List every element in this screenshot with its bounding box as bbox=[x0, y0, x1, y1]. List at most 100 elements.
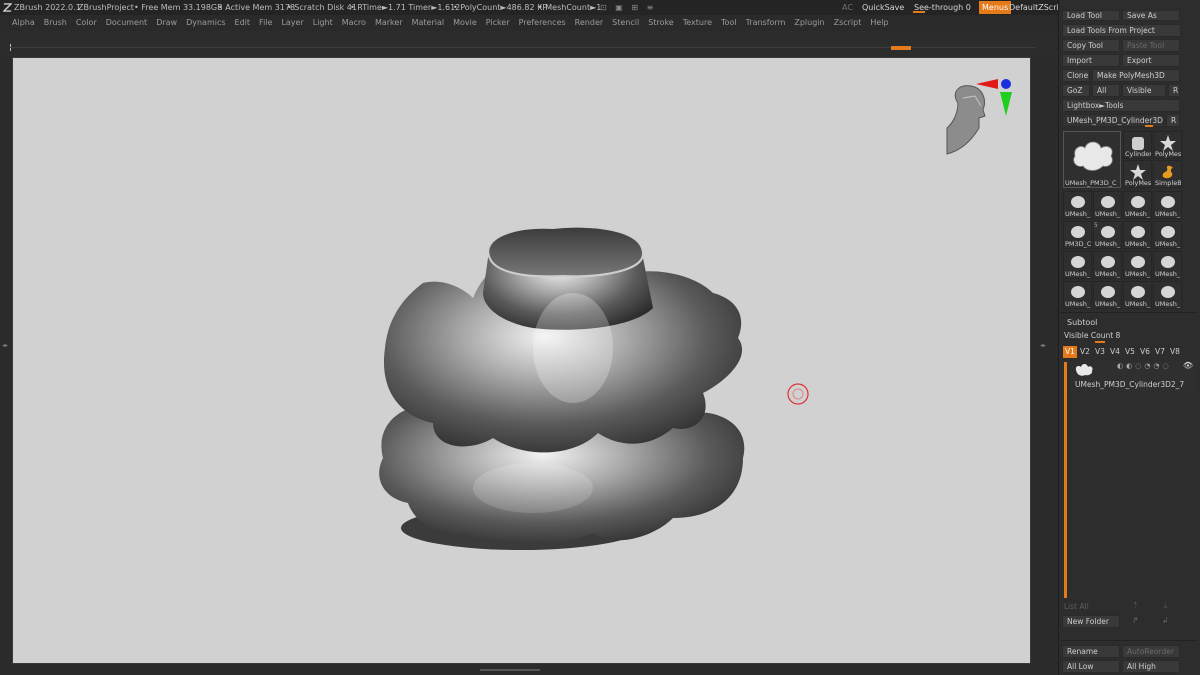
visibility-tab-v4[interactable]: V4 bbox=[1108, 346, 1122, 358]
navigation-head-icon[interactable] bbox=[946, 85, 986, 155]
r-button[interactable]: R bbox=[1168, 84, 1180, 97]
see-through-value: 0 bbox=[965, 3, 971, 12]
visibility-tab-v5[interactable]: V5 bbox=[1123, 346, 1137, 358]
move-up-icon[interactable]: ⇡ bbox=[1132, 601, 1139, 610]
load-tool-button[interactable]: Load Tool bbox=[1062, 10, 1120, 21]
menu-zscript[interactable]: Zscript bbox=[834, 15, 862, 31]
move-left-icon[interactable]: ↲ bbox=[1162, 616, 1169, 625]
window-controls-left[interactable]: ⊡ ▣ ⊞ ≡ bbox=[600, 0, 656, 15]
menu-stroke[interactable]: Stroke bbox=[648, 15, 674, 31]
tool-thumbnail[interactable]: UMesh_ bbox=[1093, 251, 1122, 279]
tool-thumbnail[interactable]: UMesh_ bbox=[1153, 281, 1182, 309]
menu-help[interactable]: Help bbox=[870, 15, 888, 31]
tool-thumbnail[interactable]: UMesh_ bbox=[1063, 191, 1092, 219]
tool-thumbnail[interactable]: UMesh_ bbox=[1153, 251, 1182, 279]
menu-texture[interactable]: Texture bbox=[683, 15, 712, 31]
menu-render[interactable]: Render bbox=[575, 15, 603, 31]
polymesh2-tool-thumbnail[interactable]: PolyMes bbox=[1123, 160, 1152, 188]
menu-alpha[interactable]: Alpha bbox=[12, 15, 35, 31]
menus-toggle[interactable]: Menus bbox=[979, 1, 1012, 14]
all-button[interactable]: All bbox=[1092, 84, 1120, 97]
autoreorder-button[interactable]: AutoReorder bbox=[1122, 645, 1180, 658]
move-right-icon[interactable]: ↱ bbox=[1132, 616, 1139, 625]
visibility-tab-v2[interactable]: V2 bbox=[1078, 346, 1092, 358]
tool-thumbnail[interactable]: UMesh_ bbox=[1153, 191, 1182, 219]
lightbox-tools-button[interactable]: Lightbox►Tools bbox=[1062, 99, 1180, 112]
subtool-item-controls[interactable]: ◐◐◌◔◔◌ bbox=[1117, 362, 1172, 370]
menu-zplugin[interactable]: Zplugin bbox=[794, 15, 824, 31]
save-as-button[interactable]: Save As bbox=[1122, 10, 1180, 21]
shelf-position-marker[interactable] bbox=[891, 46, 911, 50]
visible-button[interactable]: Visible bbox=[1122, 84, 1166, 97]
menu-material[interactable]: Material bbox=[412, 15, 445, 31]
mesh-viewport[interactable] bbox=[13, 58, 1031, 664]
all-high-button[interactable]: All High bbox=[1122, 660, 1180, 673]
title-bar: ZBrush 2022.0.1 ZBrushProject • Free Mem… bbox=[0, 0, 1200, 15]
clone-button[interactable]: Clone bbox=[1062, 69, 1090, 82]
import-button[interactable]: Import bbox=[1062, 54, 1120, 67]
menu-marker[interactable]: Marker bbox=[375, 15, 403, 31]
visibility-tab-v6[interactable]: V6 bbox=[1138, 346, 1152, 358]
paste-tool-button[interactable]: Paste Tool bbox=[1122, 39, 1180, 52]
menu-dynamics[interactable]: Dynamics bbox=[186, 15, 225, 31]
current-tool-r-button[interactable]: R bbox=[1166, 114, 1180, 127]
rename-button[interactable]: Rename bbox=[1062, 645, 1120, 658]
menu-transform[interactable]: Transform bbox=[746, 15, 786, 31]
tool-thumbnail[interactable]: UMesh_ bbox=[1123, 251, 1152, 279]
bottom-shelf-grip[interactable] bbox=[480, 669, 540, 671]
move-down-icon[interactable]: ⇣ bbox=[1162, 601, 1169, 610]
subtool-item[interactable]: ◐◐◌◔◔◌ 👁 UMesh_PM3D_Cylinder3D2_7 bbox=[1071, 361, 1195, 391]
goz-button[interactable]: GoZ bbox=[1062, 84, 1090, 97]
menu-document[interactable]: Document bbox=[106, 15, 147, 31]
menu-draw[interactable]: Draw bbox=[156, 15, 177, 31]
menu-macro[interactable]: Macro bbox=[342, 15, 366, 31]
polymesh-tool-thumbnail[interactable]: PolyMes bbox=[1153, 131, 1182, 159]
tool-thumbnail[interactable]: UMesh_ bbox=[1093, 281, 1122, 309]
menu-movie[interactable]: Movie bbox=[453, 15, 477, 31]
load-tools-from-project-button[interactable]: Load Tools From Project bbox=[1062, 24, 1181, 37]
eye-icon[interactable]: 👁 bbox=[1183, 361, 1193, 370]
menu-layer[interactable]: Layer bbox=[281, 15, 303, 31]
tool-thumbnail[interactable]: UMesh_ bbox=[1153, 221, 1182, 249]
active-tool-thumbnail[interactable]: UMesh_PM3D_C bbox=[1063, 131, 1121, 188]
left-tray-strip[interactable]: ◂▸ bbox=[0, 57, 12, 664]
menu-stencil[interactable]: Stencil bbox=[612, 15, 639, 31]
menu-picker[interactable]: Picker bbox=[486, 15, 510, 31]
simplebrush-tool-thumbnail[interactable]: SimpleB bbox=[1153, 160, 1182, 188]
tray-expand-icon[interactable]: ◂▸ bbox=[2, 342, 8, 349]
visible-count-slider[interactable]: Visible Count 8 bbox=[1064, 331, 1120, 340]
tool-thumbnail[interactable]: UMesh_ bbox=[1063, 251, 1092, 279]
subtool-list-scrollbar[interactable] bbox=[1064, 362, 1067, 598]
visibility-tab-v1[interactable]: V1 bbox=[1063, 346, 1077, 358]
menu-preferences[interactable]: Preferences bbox=[519, 15, 566, 31]
all-low-button[interactable]: All Low bbox=[1062, 660, 1120, 673]
export-button[interactable]: Export bbox=[1122, 54, 1180, 67]
menu-edit[interactable]: Edit bbox=[235, 15, 251, 31]
subtool-header[interactable]: Subtool bbox=[1067, 318, 1097, 327]
tool-thumbnail[interactable]: UMesh_ bbox=[1093, 191, 1122, 219]
ac-button[interactable]: AC bbox=[842, 0, 853, 15]
cylinder-tool-thumbnail[interactable]: Cylinder bbox=[1123, 131, 1152, 159]
tool-thumbnail[interactable]: UMesh_ bbox=[1123, 191, 1152, 219]
visibility-tab-v7[interactable]: V7 bbox=[1153, 346, 1167, 358]
right-tray-divider[interactable]: ◂▸ bbox=[1031, 57, 1058, 664]
new-folder-button[interactable]: New Folder bbox=[1062, 615, 1120, 628]
menu-tool[interactable]: Tool bbox=[721, 15, 737, 31]
menu-brush[interactable]: Brush bbox=[44, 15, 67, 31]
tool-thumbnail-label: UMesh_ bbox=[1125, 210, 1151, 218]
tool-thumbnail[interactable]: UMesh_ bbox=[1063, 281, 1092, 309]
menu-file[interactable]: File bbox=[259, 15, 272, 31]
menu-color[interactable]: Color bbox=[76, 15, 97, 31]
visibility-tab-v8[interactable]: V8 bbox=[1168, 346, 1182, 358]
menu-light[interactable]: Light bbox=[313, 15, 333, 31]
visibility-tab-v3[interactable]: V3 bbox=[1093, 346, 1107, 358]
tray-collapse-icon[interactable]: ◂▸ bbox=[1040, 342, 1046, 349]
make-polymesh-button[interactable]: Make PolyMesh3D bbox=[1092, 69, 1180, 82]
quicksave-button[interactable]: QuickSave bbox=[862, 0, 904, 15]
tool-thumbnail[interactable]: PM3D_C bbox=[1063, 221, 1092, 249]
tool-thumbnail[interactable]: UMesh_ bbox=[1123, 281, 1152, 309]
copy-tool-button[interactable]: Copy Tool bbox=[1062, 39, 1120, 52]
document-canvas[interactable] bbox=[12, 57, 1031, 664]
tool-thumbnail[interactable]: UMesh_ bbox=[1123, 221, 1152, 249]
list-all-button[interactable]: List All bbox=[1064, 602, 1089, 611]
